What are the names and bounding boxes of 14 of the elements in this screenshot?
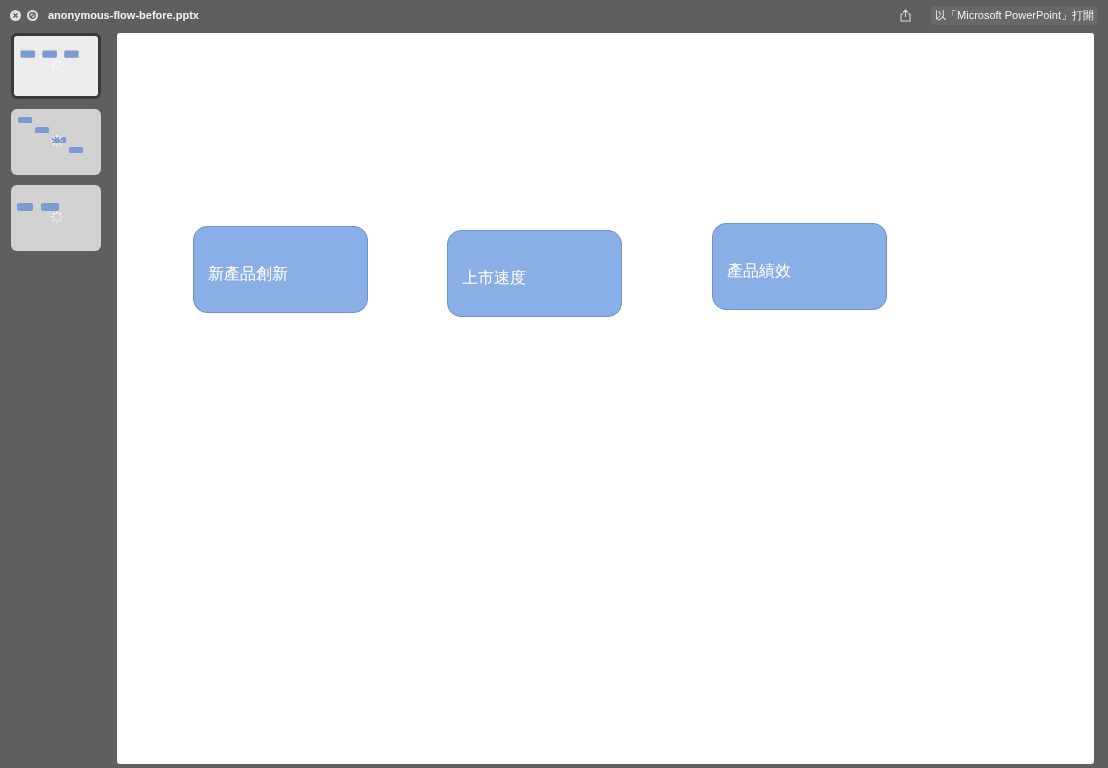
shape-label: 新產品創新 [208, 264, 288, 285]
slide-preview-drawing [20, 50, 79, 72]
close-icon[interactable] [10, 9, 21, 21]
slide-thumbnail[interactable] [11, 109, 101, 175]
window-title: anonymous-flow-before.pptx [48, 9, 199, 21]
slide-thumbnail[interactable] [11, 33, 101, 99]
slide-thumbnail[interactable] [11, 185, 101, 251]
shape-label: 上市速度 [462, 268, 526, 289]
prohibited-icon[interactable] [27, 9, 38, 21]
slide-preview-drawing [17, 203, 64, 224]
open-in-app-button[interactable]: 以「Microsoft PowerPoint」打開 [931, 5, 1098, 25]
share-icon[interactable] [900, 8, 912, 22]
slide-preview-drawing [18, 117, 83, 153]
shape-label: 產品績效 [727, 261, 791, 282]
